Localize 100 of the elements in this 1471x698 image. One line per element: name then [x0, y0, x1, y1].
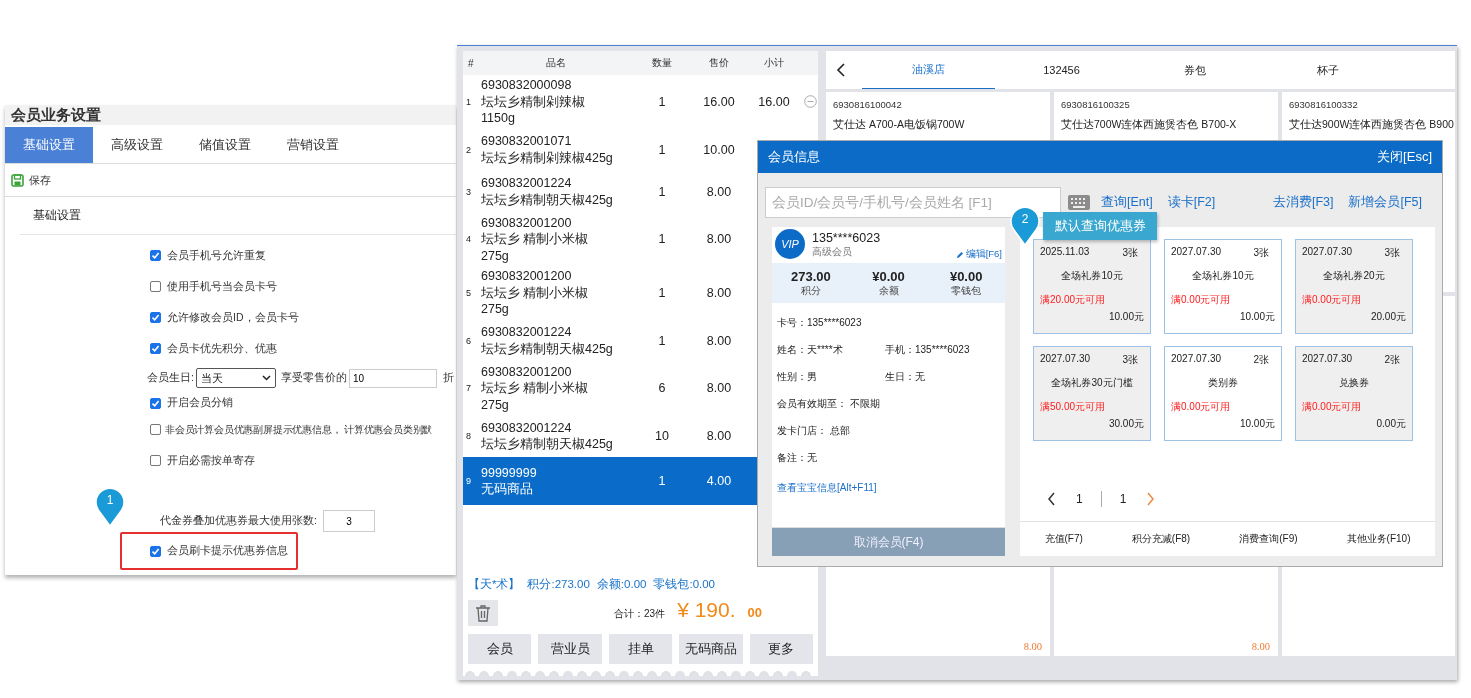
tab[interactable]: 储值设置 — [181, 127, 269, 163]
quantity: 1 — [657, 232, 667, 247]
dialog-title: 会员信息 — [768, 148, 820, 166]
price: 8.00 — [705, 429, 733, 443]
action-button[interactable]: 营业员 — [538, 634, 602, 664]
action-button[interactable]: 无码商品 — [679, 634, 743, 664]
link[interactable]: 读卡[F2] — [1167, 194, 1216, 211]
coupon-amount: 20.00元 — [1370, 310, 1406, 324]
product-name: 艾仕达 A700-A电饭锅700W — [833, 118, 966, 132]
callout-label: 默认查询优惠券 — [1043, 212, 1157, 240]
checkbox[interactable] — [150, 545, 161, 557]
column-header: 小计 — [763, 56, 785, 70]
coupon-condition: 满0.00元可用 — [1171, 400, 1232, 414]
tab[interactable]: 券包 — [1128, 51, 1261, 89]
coupon-condition: 满0.00元可用 — [1302, 400, 1363, 414]
checkbox[interactable] — [150, 281, 161, 292]
keyboard-icon[interactable] — [1068, 195, 1090, 210]
product-text: 275g — [481, 247, 510, 264]
row-number: 7 — [465, 383, 472, 394]
product-text: 6930832001200 — [481, 363, 573, 380]
coupon-amount: 10.00元 — [1239, 417, 1275, 431]
checkbox[interactable] — [150, 343, 161, 354]
member-level: 高级会员 — [812, 245, 853, 259]
remove-icon[interactable] — [804, 95, 817, 109]
page-number: 1 — [1076, 492, 1083, 506]
quantity: 1 — [657, 94, 667, 109]
price: 8.00 — [705, 232, 733, 247]
coupon-amount: 10.00元 — [1239, 310, 1275, 324]
row-number: 1 — [465, 96, 472, 107]
checkbox[interactable] — [150, 397, 161, 409]
action-link[interactable]: 其他业务(F10) — [1346, 532, 1411, 546]
checkbox[interactable] — [150, 250, 161, 261]
cart-row[interactable]: 1 6930832000098 坛坛乡精制剁辣椒 1150g 1 16.00 16.00 — [463, 75, 818, 129]
input-field[interactable]: 3 — [322, 510, 375, 532]
member-summary: 【天*术】 — [468, 577, 521, 592]
edit-link[interactable]: 编辑[F6] — [955, 248, 1002, 261]
link[interactable]: 新增会员[F5] — [1348, 194, 1422, 211]
save-button[interactable]: 保存 — [11, 172, 51, 188]
quantity: 1 — [657, 184, 667, 199]
tab[interactable]: 营销设置 — [269, 127, 357, 163]
member-detail: 卡号：135****6023 — [777, 315, 863, 330]
member-detail: 发卡门店： 总部 — [777, 423, 851, 438]
product-text: 6930832001200 — [481, 268, 573, 285]
coupon-condition: 满0.00元可用 — [1302, 293, 1363, 307]
subtotal: 16.00 — [757, 94, 791, 109]
product-text: 坛坛乡精制剁辣椒 — [481, 93, 586, 110]
product-text: 6930832001224 — [481, 419, 573, 436]
checkbox[interactable] — [150, 424, 161, 435]
member-detail: 姓名：天****术 — [777, 342, 844, 357]
stat-label: 余额 — [878, 283, 899, 298]
row-number: 9 — [465, 476, 472, 486]
coupon-card[interactable]: 2027.07.30 3张 全场礼券30元门槛 满50.00元可用 30.00元 — [1033, 346, 1151, 441]
product-text: 275g — [481, 301, 510, 318]
checkbox[interactable] — [150, 312, 161, 323]
action-button[interactable]: 挂单 — [608, 634, 673, 664]
input-field[interactable]: 10 — [348, 368, 437, 388]
column-header: 数量 — [651, 56, 673, 70]
action-link[interactable]: 积分充减(F8) — [1131, 532, 1191, 546]
vip-badge: VIP — [775, 229, 805, 259]
back-icon[interactable] — [836, 63, 846, 77]
action-button[interactable]: 会员 — [468, 634, 532, 664]
row-number: 3 — [465, 186, 472, 197]
product-name: 艾仕达700W连体西施煲杏色 B700-X — [1061, 118, 1238, 132]
tab[interactable]: 高级设置 — [93, 127, 181, 163]
price: 8.00 — [705, 381, 733, 396]
dropdown[interactable]: 当天 — [195, 368, 276, 388]
previous-icon[interactable] — [1047, 492, 1056, 506]
option-label: 开启会员分销 — [167, 396, 233, 410]
coupon-count: 3张 — [1122, 353, 1138, 367]
coupon-card[interactable]: 2027.07.30 2张 类别券 满0.00元可用 10.00元 — [1164, 346, 1282, 441]
row-number: 8 — [465, 431, 472, 441]
link[interactable]: 去消费[F3] — [1272, 194, 1334, 211]
checkbox[interactable] — [150, 455, 161, 466]
step-marker: 2 — [1010, 206, 1040, 246]
coupon-count: 2张 — [1253, 353, 1269, 367]
save-icon — [11, 173, 24, 187]
coupon-card[interactable]: 2027.07.30 3张 全场礼券20元 满0.00元可用 20.00元 — [1295, 239, 1413, 334]
action-link[interactable]: 充值(F7) — [1044, 532, 1083, 546]
coupon-name: 全场礼券10元 — [1060, 269, 1124, 283]
coupon-card[interactable]: 2027.07.30 2张 兑换券 满0.00元可用 0.00元 — [1295, 346, 1413, 441]
product-code: 6930816100325 — [1061, 99, 1131, 110]
product-text: 1150g — [481, 110, 516, 127]
caret-icon — [261, 375, 271, 381]
next-icon[interactable] — [1146, 492, 1156, 506]
product-text: 6930832001224 — [481, 175, 573, 192]
product-text: 坛坛乡 精制小米椒 — [481, 380, 590, 397]
close-button[interactable]: 关闭[Esc] — [1377, 148, 1432, 166]
total-label: 合计：23件 — [614, 607, 666, 621]
link[interactable]: 查询[Ent] — [1101, 194, 1153, 211]
tab[interactable]: 杯子 — [1261, 51, 1394, 89]
coupon-card[interactable]: 2025.11.03 3张 全场礼券10元 满20.00元可用 10.00元 — [1033, 239, 1151, 334]
tab[interactable]: 132456 — [995, 51, 1128, 89]
product-text: 坛坛乡精制朝天椒425g — [481, 340, 614, 357]
coupon-name: 全场礼券30元门槛 — [1050, 376, 1134, 390]
action-button[interactable]: 更多 — [749, 634, 814, 664]
coupon-card[interactable]: 2027.07.30 3张 全场礼券10元 满0.00元可用 10.00元 — [1164, 239, 1282, 334]
delete-button[interactable] — [468, 600, 498, 626]
tab[interactable]: 油溪店 — [862, 51, 995, 89]
tab[interactable]: 基础设置 — [5, 127, 93, 163]
action-link[interactable]: 消费查询(F9) — [1239, 532, 1298, 546]
